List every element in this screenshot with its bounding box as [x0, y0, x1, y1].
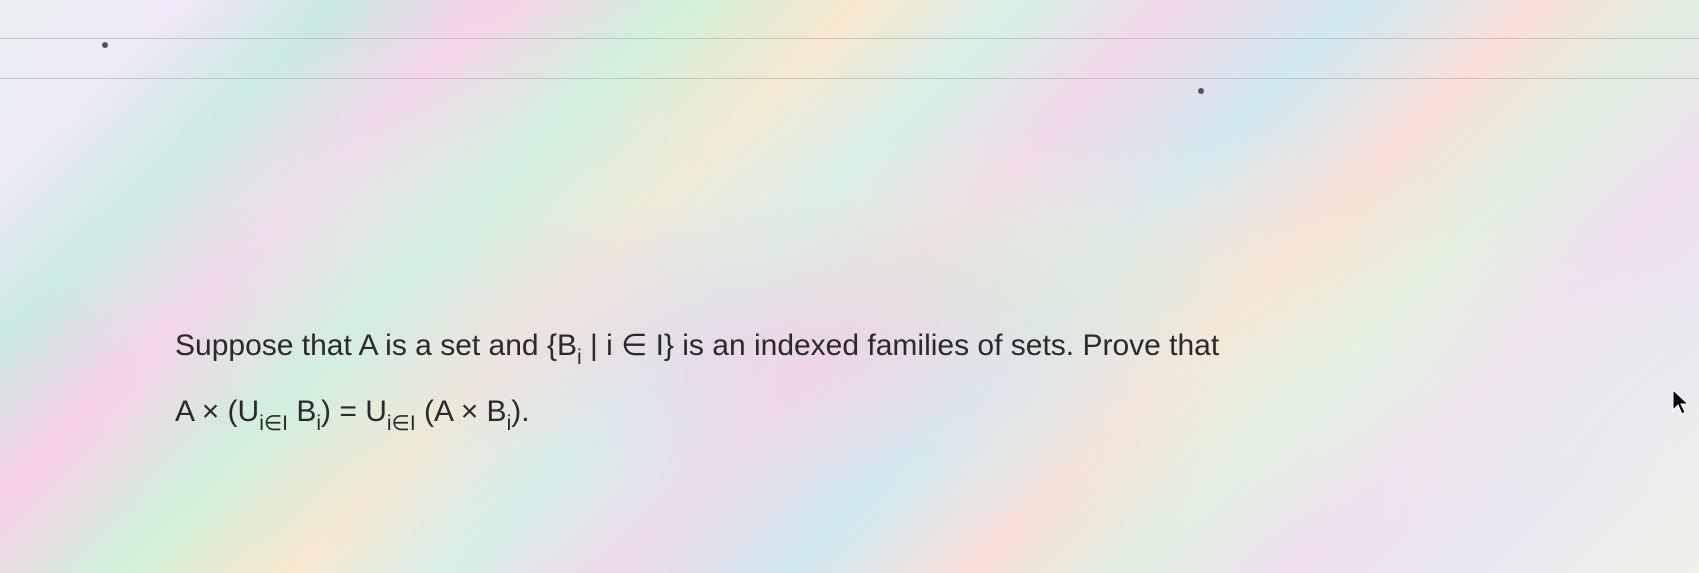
- dot-marker-left: [102, 42, 108, 48]
- text-segment: Suppose that A is a set and {B: [175, 329, 577, 362]
- text-segment: | i ∈ I} is an indexed families of sets.…: [582, 329, 1220, 362]
- subscript-iel: i∈I: [259, 412, 288, 435]
- text-segment: ).: [511, 395, 529, 428]
- problem-line-2: A × (Ui∈I Bi) = Ui∈I (A × Bi).: [175, 386, 1524, 440]
- subscript-i: i: [507, 412, 512, 435]
- subscript-i: i: [577, 346, 582, 369]
- problem-text: Suppose that A is a set and {Bi | i ∈ I}…: [175, 320, 1524, 439]
- problem-line-1: Suppose that A is a set and {Bi | i ∈ I}…: [175, 320, 1524, 374]
- text-segment: B: [288, 395, 316, 428]
- subscript-i: i: [316, 412, 321, 435]
- text-segment: ) = U: [321, 395, 387, 428]
- background-overlay: [0, 0, 1699, 573]
- horizontal-line-upper: [0, 38, 1699, 39]
- subscript-iel: i∈I: [387, 412, 416, 435]
- text-segment: A × (U: [175, 395, 259, 428]
- horizontal-line-lower: [0, 78, 1699, 79]
- cursor-icon: [1671, 388, 1691, 423]
- dot-marker-right: [1198, 88, 1204, 94]
- text-segment: (A × B: [416, 395, 507, 428]
